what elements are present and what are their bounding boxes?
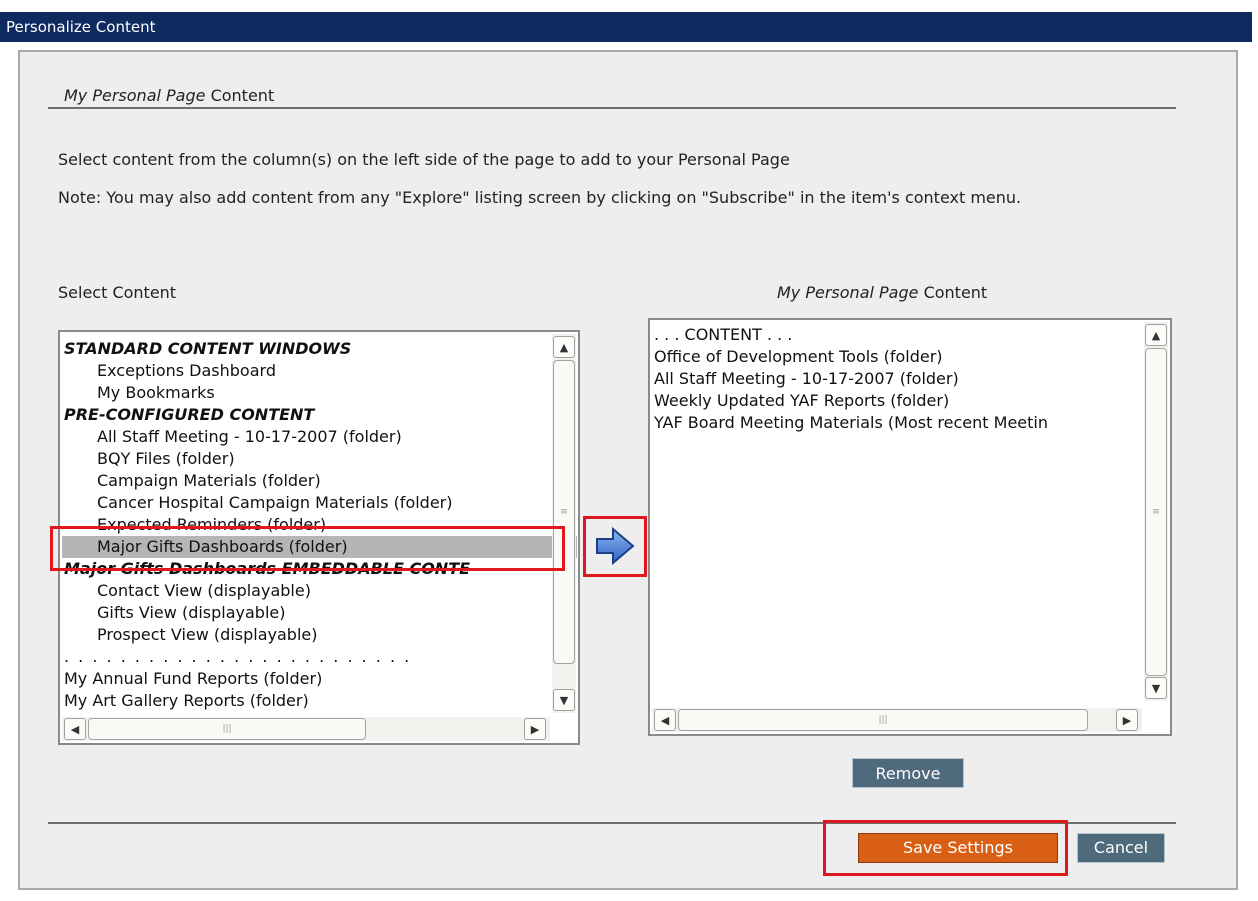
add-content-button[interactable] [583,516,647,577]
list-item[interactable]: Weekly Updated YAF Reports (folder) [654,390,1048,412]
list-item[interactable]: My Bookmarks [64,382,577,404]
right-vscroll-thumb[interactable]: ≡ [1145,348,1167,676]
remove-button[interactable]: Remove [852,758,964,788]
list-group-header[interactable]: PRE-CONFIGURED CONTENT [64,404,577,426]
personal-content-items: . . . CONTENT . . . Office of Development… [654,324,1048,434]
list-item[interactable]: Exceptions Dashboard [64,360,577,382]
section-title-rest: Content [205,86,275,105]
scroll-down-icon[interactable]: ▼ [1145,677,1167,699]
list-item[interactable]: Gifts View (displayable) [64,602,577,624]
personal-content-label: My Personal Page Content [777,283,987,302]
select-content-items: STANDARD CONTENT WINDOWS Exceptions Dashb… [62,338,577,712]
list-item[interactable]: My Annual Fund Reports (folder) [64,668,577,690]
list-item[interactable]: All Staff Meeting - 10-17-2007 (folder) [654,368,1048,390]
personal-content-label-italic: My Personal Page [777,283,919,302]
left-horizontal-scrollbar[interactable]: ◀ ||| ▶ [62,717,550,741]
list-separator: . . . . . . . . . . . . . . . . . . . . … [64,647,412,666]
list-item[interactable]: BQY Files (folder) [64,448,577,470]
select-content-label: Select Content [58,283,177,302]
list-item[interactable]: All Staff Meeting - 10-17-2007 (folder) [64,426,577,448]
scroll-up-icon[interactable]: ▲ [553,336,575,358]
list-item[interactable]: Prospect View (displayable) [64,624,577,646]
list-item[interactable]: . . . CONTENT . . . [654,324,1048,346]
list-item[interactable]: Cancer Hospital Campaign Materials (fold… [64,492,577,514]
section-title-italic: My Personal Page [64,86,206,105]
right-horizontal-scrollbar[interactable]: ◀ ||| ▶ [652,708,1142,732]
list-item[interactable]: Contact View (displayable) [64,580,577,602]
list-group-header[interactable]: STANDARD CONTENT WINDOWS [64,338,577,360]
right-vertical-scrollbar[interactable]: ▲ ≡ ▼ [1144,322,1168,701]
left-vscroll-thumb[interactable]: ≡ [553,360,575,664]
section-divider [48,107,1176,109]
scroll-right-icon[interactable]: ▶ [524,718,546,740]
scroll-up-icon[interactable]: ▲ [1145,324,1167,346]
list-item[interactable]: YAF Board Meeting Materials (Most recent… [654,412,1048,434]
right-hscroll-thumb[interactable]: ||| [678,709,1088,731]
window-title: Personalize Content [0,12,1252,42]
scroll-right-icon[interactable]: ▶ [1116,709,1138,731]
scroll-left-icon[interactable]: ◀ [64,718,86,740]
instruction-text: Select content from the column(s) on the… [58,150,790,169]
selected-item-highlight [50,526,565,571]
list-item[interactable]: My Art Gallery Reports (folder) [64,690,577,712]
personal-content-listbox[interactable]: . . . CONTENT . . . Office of Development… [648,318,1172,736]
note-text: Note: You may also add content from any … [58,188,1022,207]
cancel-button[interactable]: Cancel [1077,833,1165,863]
personal-content-label-rest: Content [918,283,988,302]
scroll-down-icon[interactable]: ▼ [553,689,575,711]
left-hscroll-thumb[interactable]: ||| [88,718,366,740]
left-vertical-scrollbar[interactable]: ▲ ≡ ▼ [552,334,576,713]
section-title: My Personal Page Content [64,86,274,105]
list-item[interactable]: Campaign Materials (folder) [64,470,577,492]
list-item[interactable]: Office of Development Tools (folder) [654,346,1048,368]
right-arrow-icon [583,516,647,577]
save-settings-button[interactable]: Save Settings [858,833,1058,863]
scroll-left-icon[interactable]: ◀ [654,709,676,731]
